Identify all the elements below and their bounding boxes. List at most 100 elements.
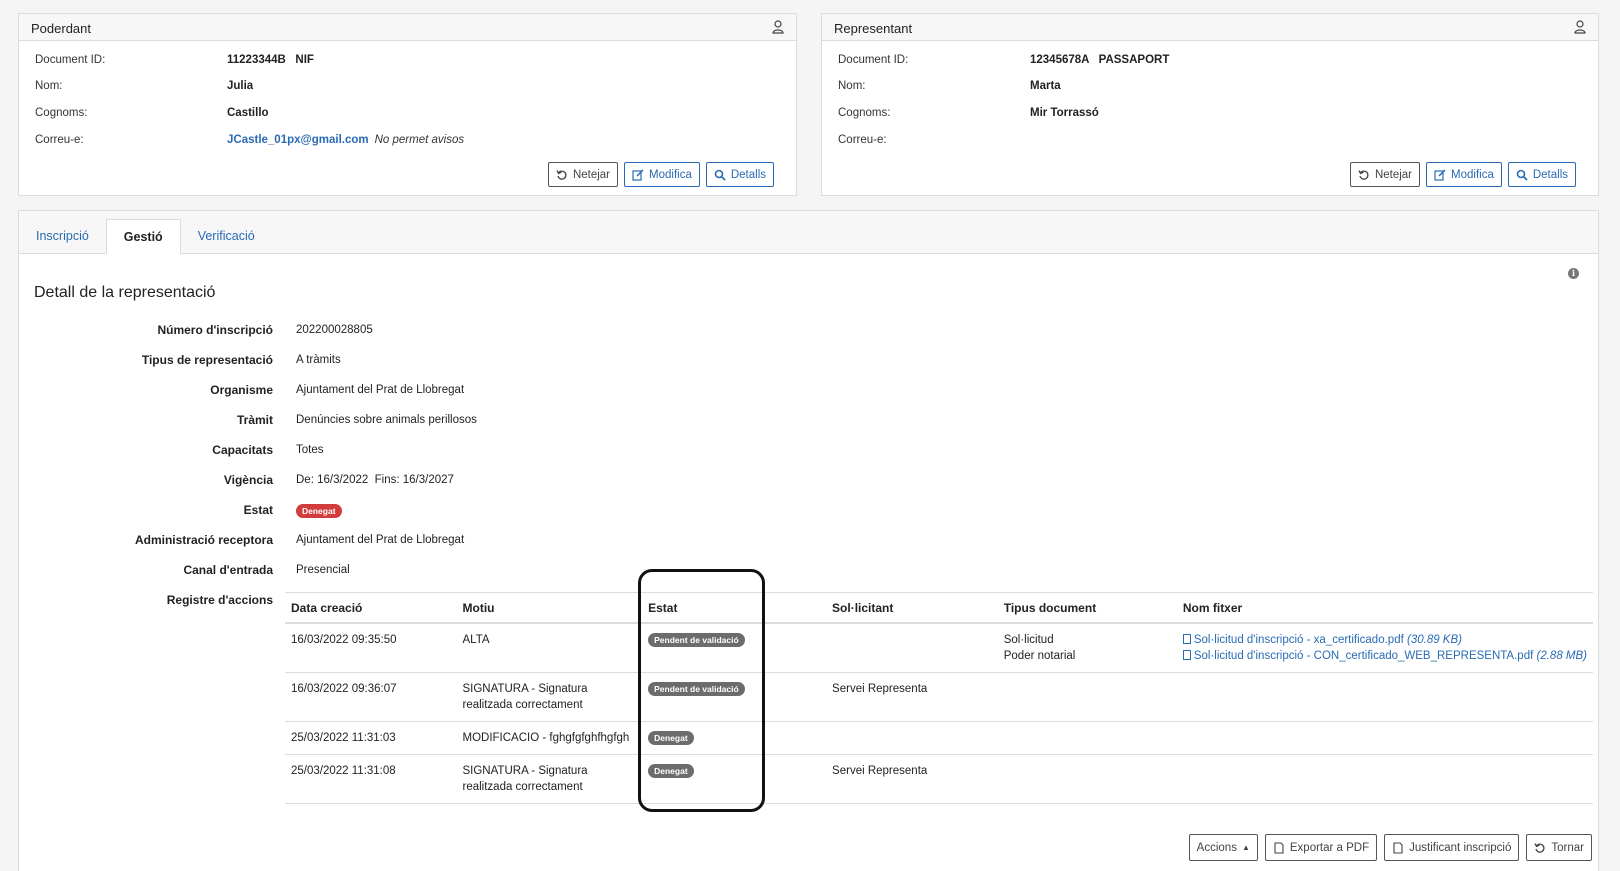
netejar-label: Netejar [572, 168, 611, 181]
tab-verificacio[interactable]: Verificació [181, 219, 272, 253]
no-avisos-note: No permet avisos [374, 134, 465, 146]
correu-label: Correu-e: [838, 134, 887, 146]
user-icon [772, 20, 784, 34]
netejar-button[interactable]: Netejar [547, 162, 619, 187]
cell-estat: Pendent de validació [642, 672, 827, 722]
table-row: 25/03/2022 11:31:03 MODIFICACIO - fghgfg… [285, 721, 1593, 755]
file-link[interactable]: Sol·licitud d'inscripció - CON_certifica… [1182, 648, 1588, 664]
representant-actions: Netejar Modifica Detalls [1349, 162, 1576, 187]
field-label-estat: Estat [243, 503, 273, 517]
representant-card: Representant Document ID: 12345678A PASS… [821, 13, 1599, 196]
field-label-numero: Número d'inscripció [157, 323, 273, 337]
detalls-button[interactable]: Detalls [1507, 162, 1576, 187]
caret-up-icon: ▲ [1241, 843, 1250, 852]
reset-icon [1358, 169, 1369, 180]
cell-tipus: Sol·licitud Poder notarial [997, 623, 1177, 673]
field-value-tramit: Denúncies sobre animals perillosos [296, 414, 477, 426]
field-label-organisme: Organisme [210, 383, 273, 397]
cell-sollicitant [826, 623, 998, 673]
cell-tipus [997, 672, 1177, 722]
table-row: 25/03/2022 11:31:08 SIGNATURA - Signatur… [285, 754, 1593, 804]
footer-actions: Accions ▲ Exportar a PDF Justificant ins… [1188, 834, 1592, 861]
exportar-pdf-button[interactable]: Exportar a PDF [1264, 834, 1378, 861]
file-pdf-icon [1274, 841, 1284, 854]
netejar-label: Netejar [1374, 168, 1413, 181]
representant-title: Representant [834, 21, 913, 36]
cell-date: 25/03/2022 11:31:03 [285, 721, 457, 755]
file-name: Sol·licitud d'inscripció - CON_certifica… [1193, 650, 1534, 662]
tab-gestio[interactable]: Gestió [105, 219, 181, 254]
file-size: (2.88 MB) [1536, 650, 1588, 662]
document-id-label: Document ID: [35, 54, 106, 66]
accions-label: Accions [1196, 841, 1237, 854]
field-label-registre: Registre d'accions [166, 593, 273, 607]
edit-icon [1434, 168, 1446, 181]
cognoms-label: Cognoms: [838, 107, 891, 119]
cell-motiu: MODIFICACIO - fghgfgfghfhgfgh [456, 721, 643, 755]
file-pdf-icon [1182, 634, 1191, 644]
file-pdf-icon [1393, 841, 1403, 854]
representant-header: Representant [822, 14, 1598, 41]
table-header-row: Data creació Motiu Estat Sol·licitant Ti… [285, 592, 1593, 624]
cell-files [1176, 754, 1593, 804]
accions-dropdown-button[interactable]: Accions ▲ [1188, 834, 1258, 861]
poderdant-actions: Netejar Modifica Detalls [547, 162, 774, 187]
file-link[interactable]: Sol·licitud d'inscripció - xa_certificad… [1182, 632, 1587, 648]
file-pdf-icon [1182, 650, 1191, 660]
field-value-organisme: Ajuntament del Prat de Llobregat [296, 384, 465, 396]
col-header: Data creació [285, 592, 457, 624]
poderdant-header: Poderdant [19, 14, 796, 41]
col-header: Estat [642, 592, 827, 624]
modifica-button[interactable]: Modifica [1426, 162, 1502, 187]
tornar-label: Tornar [1551, 841, 1584, 854]
edit-icon [632, 168, 644, 181]
table-row: 16/03/2022 09:35:50 ALTA Pendent de vali… [285, 623, 1593, 673]
field-label-vigencia: Vigència [223, 473, 273, 487]
search-icon [714, 169, 726, 181]
tab-inscripcio[interactable]: Inscripció [19, 219, 106, 253]
detalls-button[interactable]: Detalls [705, 162, 774, 187]
status-badge: Denegat [296, 504, 342, 518]
nom-label: Nom: [35, 80, 63, 92]
user-icon [1574, 20, 1586, 34]
cell-sollicitant [826, 721, 998, 755]
modifica-label: Modifica [1451, 168, 1494, 181]
page-title: Detall de la representació [34, 284, 216, 301]
netejar-button[interactable]: Netejar [1349, 162, 1421, 187]
field-label-tipus: Tipus de representació [141, 353, 273, 367]
field-value-vigencia: De: 16/3/2022 Fins: 16/3/2027 [296, 474, 454, 486]
tabs: Inscripció Gestió Verificació [19, 219, 272, 254]
cell-estat: Denegat [642, 721, 827, 755]
col-header: Tipus document [997, 592, 1177, 624]
actions-log-table: Data creació Motiu Estat Sol·licitant Ti… [285, 592, 1593, 804]
detalls-label: Detalls [1532, 168, 1568, 181]
cell-sollicitant: Servei Representa [826, 754, 998, 804]
cognoms-label: Cognoms: [35, 107, 88, 119]
modifica-label: Modifica [649, 168, 692, 181]
justificant-button[interactable]: Justificant inscripció [1384, 834, 1520, 861]
field-value-numero: 202200028805 [296, 324, 373, 336]
modifica-button[interactable]: Modifica [624, 162, 700, 187]
cell-motiu: SIGNATURA - Signatura realitzada correct… [456, 754, 643, 804]
info-icon[interactable]: i [1568, 268, 1579, 279]
nom-value: Marta [1030, 80, 1061, 92]
tornar-button[interactable]: Tornar [1526, 834, 1592, 861]
search-icon [1516, 169, 1528, 181]
email-link[interactable]: JCastle_01px@gmail.com [227, 134, 369, 146]
exportar-label: Exportar a PDF [1289, 841, 1370, 854]
undo-icon [1534, 842, 1545, 853]
status-badge: Pendent de validació [648, 633, 745, 647]
field-value-administracio: Ajuntament del Prat de Llobregat [296, 534, 465, 546]
document-id-label: Document ID: [838, 54, 909, 66]
status-badge: Denegat [648, 731, 694, 745]
cell-files [1176, 672, 1593, 722]
cell-date: 16/03/2022 09:35:50 [285, 623, 457, 673]
field-value-tipus: A tràmits [296, 354, 341, 366]
cell-sollicitant: Servei Representa [826, 672, 998, 722]
cell-estat: Pendent de validació [642, 623, 827, 673]
field-label-canal: Canal d'entrada [183, 563, 273, 577]
status-badge: Denegat [648, 764, 694, 778]
cell-files [1176, 721, 1593, 755]
cell-tipus [997, 721, 1177, 755]
document-id-value: 11223344B NIF [227, 54, 314, 66]
